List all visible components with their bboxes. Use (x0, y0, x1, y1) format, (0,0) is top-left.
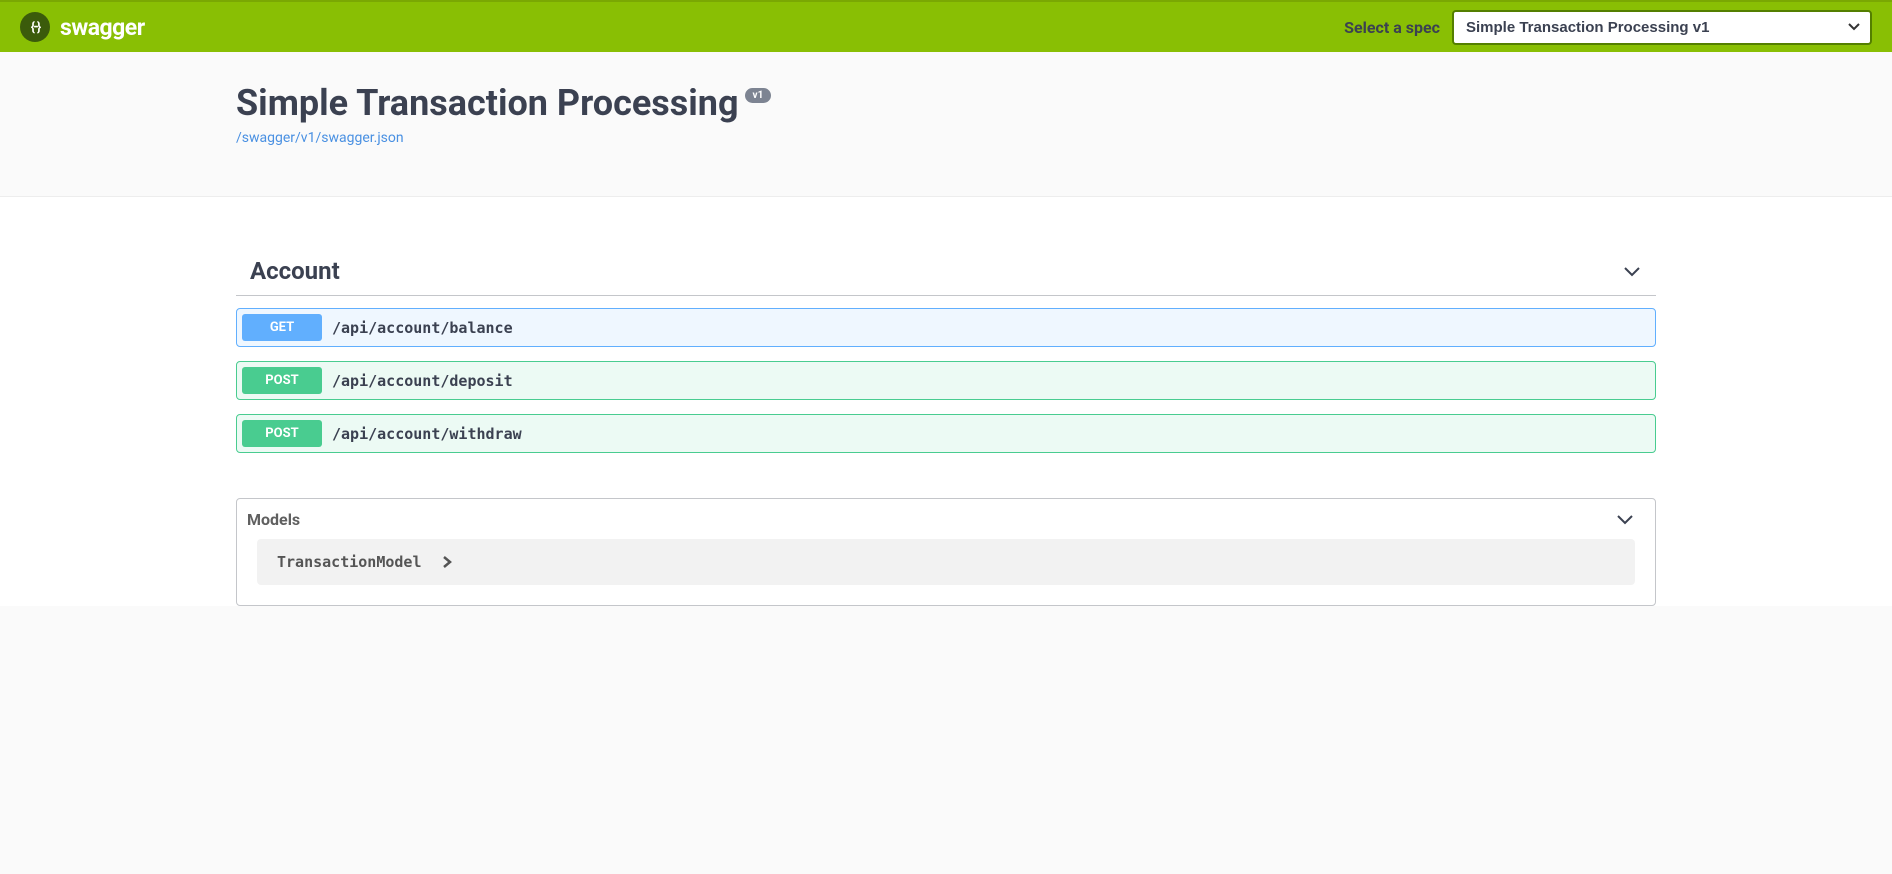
chevron-down-icon (1615, 509, 1635, 529)
operations-list: GET /api/account/balance POST /api/accou… (236, 308, 1656, 453)
chevron-down-icon (1622, 261, 1642, 281)
operation-get-balance[interactable]: GET /api/account/balance (236, 308, 1656, 347)
tag-name: Account (250, 257, 340, 285)
swagger-logo-text: swagger (60, 14, 145, 41)
swagger-json-link[interactable]: /swagger/v1/swagger.json (236, 130, 404, 146)
spec-select-label: Select a spec (1344, 18, 1440, 37)
spec-selector: Select a spec Simple Transaction Process… (1344, 10, 1872, 45)
method-badge: POST (242, 420, 322, 447)
swagger-logo-icon: {··} (20, 12, 50, 42)
topbar: {··} swagger Select a spec Simple Transa… (0, 0, 1892, 52)
model-item-transactionmodel[interactable]: TransactionModel (257, 539, 1635, 585)
models-header[interactable]: Models (237, 499, 1655, 539)
chevron-right-icon (440, 555, 454, 569)
method-badge: GET (242, 314, 322, 341)
operation-post-deposit[interactable]: POST /api/account/deposit (236, 361, 1656, 400)
operation-path: /api/account/deposit (332, 372, 513, 390)
model-name: TransactionModel (277, 553, 422, 571)
swagger-logo[interactable]: {··} swagger (20, 12, 145, 42)
api-title: Simple Transaction Processing (236, 82, 739, 124)
operation-path: /api/account/withdraw (332, 425, 522, 443)
operation-post-withdraw[interactable]: POST /api/account/withdraw (236, 414, 1656, 453)
version-badge: v1 (745, 88, 772, 103)
operation-path: /api/account/balance (332, 319, 513, 337)
models-section: Models TransactionModel (236, 498, 1656, 606)
models-title: Models (247, 510, 300, 529)
info-section: Simple Transaction Processing v1 /swagge… (0, 52, 1892, 197)
spec-select[interactable]: Simple Transaction Processing v1 (1452, 10, 1872, 45)
method-badge: POST (242, 367, 322, 394)
tag-header-account[interactable]: Account (236, 247, 1656, 296)
